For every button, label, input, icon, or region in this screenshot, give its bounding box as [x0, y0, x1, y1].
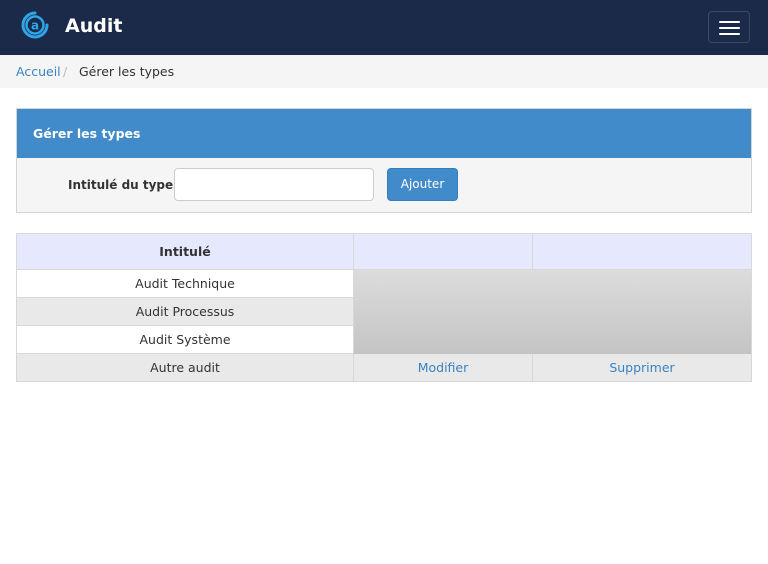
row-actions-overlay — [354, 270, 751, 354]
table-header-edit — [354, 234, 533, 270]
audit-logo-icon[interactable]: a — [21, 11, 49, 39]
table-row-label: Audit Système — [17, 326, 354, 354]
type-input[interactable] — [174, 168, 374, 201]
table-header-delete — [533, 234, 751, 270]
type-label: Intitulé du type — [68, 178, 174, 192]
svg-text:a: a — [31, 19, 39, 33]
table-header-label: Intitulé — [17, 234, 354, 270]
hamburger-menu-icon-bar — [719, 27, 740, 29]
table-row-label: Autre audit — [17, 354, 354, 381]
manage-types-panel: Gérer les types Intitulé du type Ajouter — [16, 108, 752, 213]
table-row-label: Audit Processus — [17, 298, 354, 326]
panel-header: Gérer les types — [17, 109, 751, 158]
breadcrumb-home-link[interactable]: Accueil — [16, 64, 61, 79]
breadcrumb-current: Gérer les types — [79, 64, 175, 79]
brand-title[interactable]: Audit — [65, 13, 122, 39]
panel-title: Gérer les types — [33, 126, 141, 141]
top-navbar: a Audit — [0, 0, 768, 55]
hamburger-menu-icon-bar — [719, 33, 740, 35]
breadcrumb-separator: / — [63, 64, 68, 79]
modify-link[interactable]: Modifier — [354, 354, 533, 381]
menu-toggle-button[interactable] — [708, 11, 750, 43]
breadcrumb: Accueil / Gérer les types — [0, 55, 768, 88]
add-button[interactable]: Ajouter — [387, 168, 458, 201]
hamburger-menu-icon — [719, 21, 740, 23]
types-table: Intitulé Audit Technique Audit Processus… — [16, 233, 752, 382]
delete-link[interactable]: Supprimer — [533, 354, 751, 381]
table-row-label: Audit Technique — [17, 270, 354, 298]
